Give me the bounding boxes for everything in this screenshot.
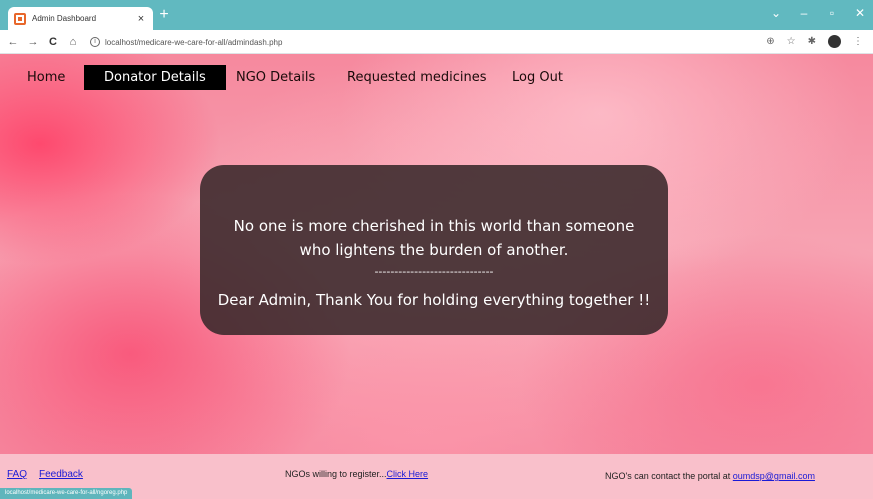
reload-icon[interactable]: C [46,36,60,48]
home-icon[interactable]: ⌂ [66,36,80,48]
admin-thanks-message: Dear Admin, Thank You for holding everyt… [217,291,651,309]
ngo-register-text: NGOs willing to register...Click Here [285,469,428,479]
quote-line: No one is more cherished in this world t… [233,217,635,235]
maximize-button[interactable]: ▫ [825,6,839,20]
share-icon[interactable]: ⊕ [766,36,774,47]
browser-tab[interactable]: Admin Dashboard × [8,7,153,30]
minimize-button[interactable]: – [797,6,811,20]
nav-log-out[interactable]: Log Out [512,65,563,90]
chevron-down-icon[interactable]: ⌄ [769,6,783,20]
favicon-icon [14,12,26,25]
tab-close-icon[interactable]: × [135,13,147,25]
quote-box: No one is more cherished in this world t… [200,165,668,335]
page: Home Donator Details NGO Details Request… [0,54,873,499]
back-arrow-icon[interactable]: ← [6,36,20,48]
profile-icon[interactable] [828,35,841,48]
toolbar-icons: ⊕ ☆ ✱ ⋮ [766,35,863,48]
hero-background: Home Donator Details NGO Details Request… [0,54,873,454]
window-controls: ⌄ – ▫ ✕ [769,6,867,20]
info-icon[interactable]: i [90,37,100,47]
browser-tab-bar: Admin Dashboard × + ⌄ – ▫ ✕ [0,0,873,30]
new-tab-button[interactable]: + [155,6,173,24]
quote-divider: ------------------------------ [374,265,494,278]
nav-home[interactable]: Home [27,65,65,90]
contact-label: NGO's can contact the portal at [605,471,733,481]
nav-ngo-details[interactable]: NGO Details [236,65,315,90]
nav-requested-medicines[interactable]: Requested medicines [347,65,486,90]
url-text: localhost/medicare-we-care-for-all/admin… [105,37,283,47]
contact-email-link[interactable]: oumdsp@gmail.com [733,471,815,481]
extensions-icon[interactable]: ✱ [808,36,816,47]
close-window-button[interactable]: ✕ [853,6,867,20]
register-click-here-link[interactable]: Click Here [387,469,429,479]
ngo-register-label: NGOs willing to register... [285,469,387,479]
menu-icon[interactable]: ⋮ [853,36,863,47]
nav-donator-details[interactable]: Donator Details [84,65,226,90]
browser-address-bar: ← → C ⌂ i localhost/medicare-we-care-for… [0,30,873,54]
url-field[interactable]: i localhost/medicare-we-care-for-all/adm… [84,33,774,51]
quote-line: who lightens the burden of another. [299,241,569,259]
tab-title: Admin Dashboard [32,14,97,23]
contact-text: NGO's can contact the portal at oumdsp@g… [605,471,815,481]
faq-link[interactable]: FAQ [7,469,27,480]
top-navigation: Home Donator Details NGO Details Request… [0,65,873,90]
forward-arrow-icon[interactable]: → [26,36,40,48]
feedback-link[interactable]: Feedback [39,469,83,480]
star-icon[interactable]: ☆ [787,36,796,47]
link-status-tooltip: localhost/medicare-we-care-for-all/ngore… [0,488,133,499]
